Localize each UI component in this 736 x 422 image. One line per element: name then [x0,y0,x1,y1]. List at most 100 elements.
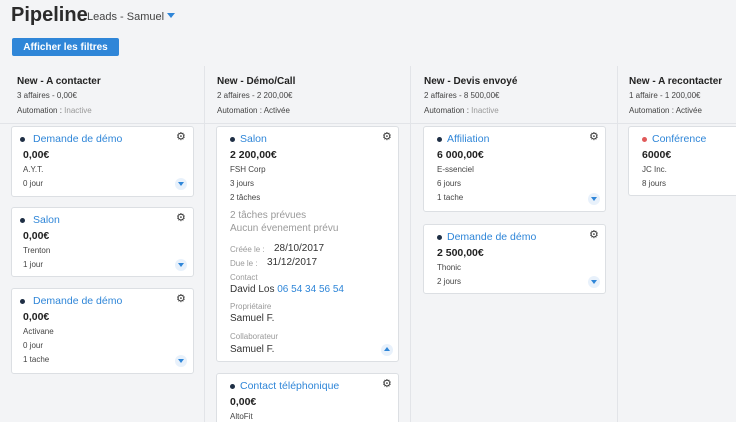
status-dot [20,137,25,142]
gear-icon[interactable]: ⚙ [589,230,599,241]
automation-state[interactable]: Activée [264,106,290,115]
column-title: New - Démo/Call [217,76,296,87]
deal-name[interactable]: Salon [33,214,60,226]
gear-icon[interactable]: ⚙ [382,379,392,390]
deal-age: 8 jours [642,179,667,188]
automation-state[interactable]: Activée [676,106,702,115]
column-a-contacter: New - A contacter 3 affaires - 0,00€ Aut… [11,66,194,422]
deal-amount: 6000€ [642,149,672,161]
deal-card[interactable]: Demande de démo ⚙ 0,00€ Activane 0 jour … [11,288,194,374]
page-header: Pipeline Leads - Samuel Afficher les fil… [0,0,736,66]
collaborator-name: Samuel F. [230,344,275,355]
column-automation: Automation : Activée [217,106,290,115]
column-devis-envoye: New - Devis envoyé 2 affaires - 8 500,00… [418,66,606,422]
pipeline-selector[interactable]: Leads - Samuel [87,11,164,23]
deal-card[interactable]: Conférence 6000€ JC Inc. 8 jours [628,126,736,196]
deal-company: AltoFit [230,412,253,421]
chevron-down-icon[interactable] [588,193,600,205]
contact-label: Contact [230,273,258,282]
due-label: Due le : [230,259,258,268]
gear-icon[interactable]: ⚙ [176,294,186,305]
deal-amount: 0,00€ [23,149,50,161]
deal-company: E-ssenciel [437,165,474,174]
automation-state[interactable]: Inactive [64,106,92,115]
column-count: 2 affaires - 8 500,00€ [424,91,500,100]
status-dot [437,235,442,240]
deal-card[interactable]: Contact téléphonique ⚙ 0,00€ AltoFit [216,373,399,422]
deal-tasks: 2 tâches [230,193,261,202]
deal-name[interactable]: Affiliation [447,133,489,145]
planned-tasks: 2 tâches prévues [230,210,307,221]
gear-icon[interactable]: ⚙ [176,132,186,143]
chevron-down-icon[interactable] [588,276,600,288]
column-a-recontacter: New - A recontacter 1 affaire - 1 200,00… [623,66,736,422]
deal-amount: 0,00€ [23,230,50,242]
collaborator-label: Collaborateur [230,332,279,341]
column-title: New - Devis envoyé [424,76,518,87]
deal-amount: 2 200,00€ [230,149,277,161]
column-automation: Automation : Activée [629,106,702,115]
deal-name[interactable]: Conférence [652,133,706,145]
column-count: 1 affaire - 1 200,00€ [629,91,701,100]
deal-card[interactable]: Affiliation ⚙ 6 000,00€ E-ssenciel 6 jou… [423,126,606,212]
owner-name: Samuel F. [230,313,275,324]
automation-state[interactable]: Inactive [471,106,499,115]
deal-company: Activane [23,327,54,336]
column-count: 3 affaires - 0,00€ [17,91,77,100]
chevron-up-icon[interactable] [381,344,393,356]
column-header: New - Démo/Call 2 affaires - 2 200,00€ A… [211,66,399,116]
deal-card-expanded[interactable]: Salon ⚙ 2 200,00€ FSH Corp 3 jours 2 tâc… [216,126,399,362]
deal-name[interactable]: Demande de démo [447,231,536,243]
deal-amount: 2 500,00€ [437,247,484,259]
deal-name[interactable]: Salon [240,133,267,145]
planned-events: Aucun évenement prévu [230,223,339,234]
deal-name[interactable]: Contact téléphonique [240,380,339,392]
column-separator [410,66,411,422]
status-dot [437,137,442,142]
created-date: 28/10/2017 [274,243,325,254]
deal-amount: 6 000,00€ [437,149,484,161]
status-dot [642,137,647,142]
status-dot [20,218,25,223]
deal-amount: 0,00€ [23,311,50,323]
gear-icon[interactable]: ⚙ [382,132,392,143]
column-title: New - A recontacter [629,76,723,87]
deal-age: 2 jours [437,277,462,286]
deal-age: 3 jours [230,179,255,188]
deal-card[interactable]: Salon ⚙ 0,00€ Trenton 1 jour [11,207,194,277]
column-demo-call: New - Démo/Call 2 affaires - 2 200,00€ A… [211,66,399,422]
column-separator [617,66,618,422]
page-title: Pipeline [11,4,88,26]
deal-name[interactable]: Demande de démo [33,133,122,145]
column-header: New - Devis envoyé 2 affaires - 8 500,00… [418,66,606,116]
gear-icon[interactable]: ⚙ [176,213,186,224]
deal-name[interactable]: Demande de démo [33,295,122,307]
deal-age: 0 jour [23,179,44,188]
column-automation: Automation : Inactive [17,106,92,115]
column-automation: Automation : Inactive [424,106,499,115]
deal-amount: 0,00€ [230,396,257,408]
deal-card[interactable]: Demande de démo ⚙ 0,00€ A.Y.T. 0 jour [11,126,194,197]
status-dot [20,299,25,304]
column-title: New - A contacter [17,76,101,87]
created-label: Créée le : [230,245,265,254]
column-count: 2 affaires - 2 200,00€ [217,91,293,100]
deal-company: Thonic [437,263,462,272]
deal-company: JC Inc. [642,165,667,174]
deal-company: Trenton [23,246,51,255]
caret-down-icon[interactable] [167,13,175,18]
deal-age: 0 jour [23,341,44,350]
deal-tasks: 1 tache [437,193,464,202]
chevron-down-icon[interactable] [175,259,187,271]
due-date: 31/12/2017 [267,257,318,268]
deal-card[interactable]: Demande de démo ⚙ 2 500,00€ Thonic 2 jou… [423,224,606,294]
show-filters-button[interactable]: Afficher les filtres [12,38,119,56]
gear-icon[interactable]: ⚙ [589,132,599,143]
chevron-down-icon[interactable] [175,355,187,367]
deal-company: A.Y.T. [23,165,44,174]
owner-label: Propriétaire [230,302,272,311]
column-separator [204,66,205,422]
chevron-down-icon[interactable] [175,178,187,190]
contact-phone-link[interactable]: 06 54 34 56 54 [277,284,344,295]
status-dot [230,137,235,142]
